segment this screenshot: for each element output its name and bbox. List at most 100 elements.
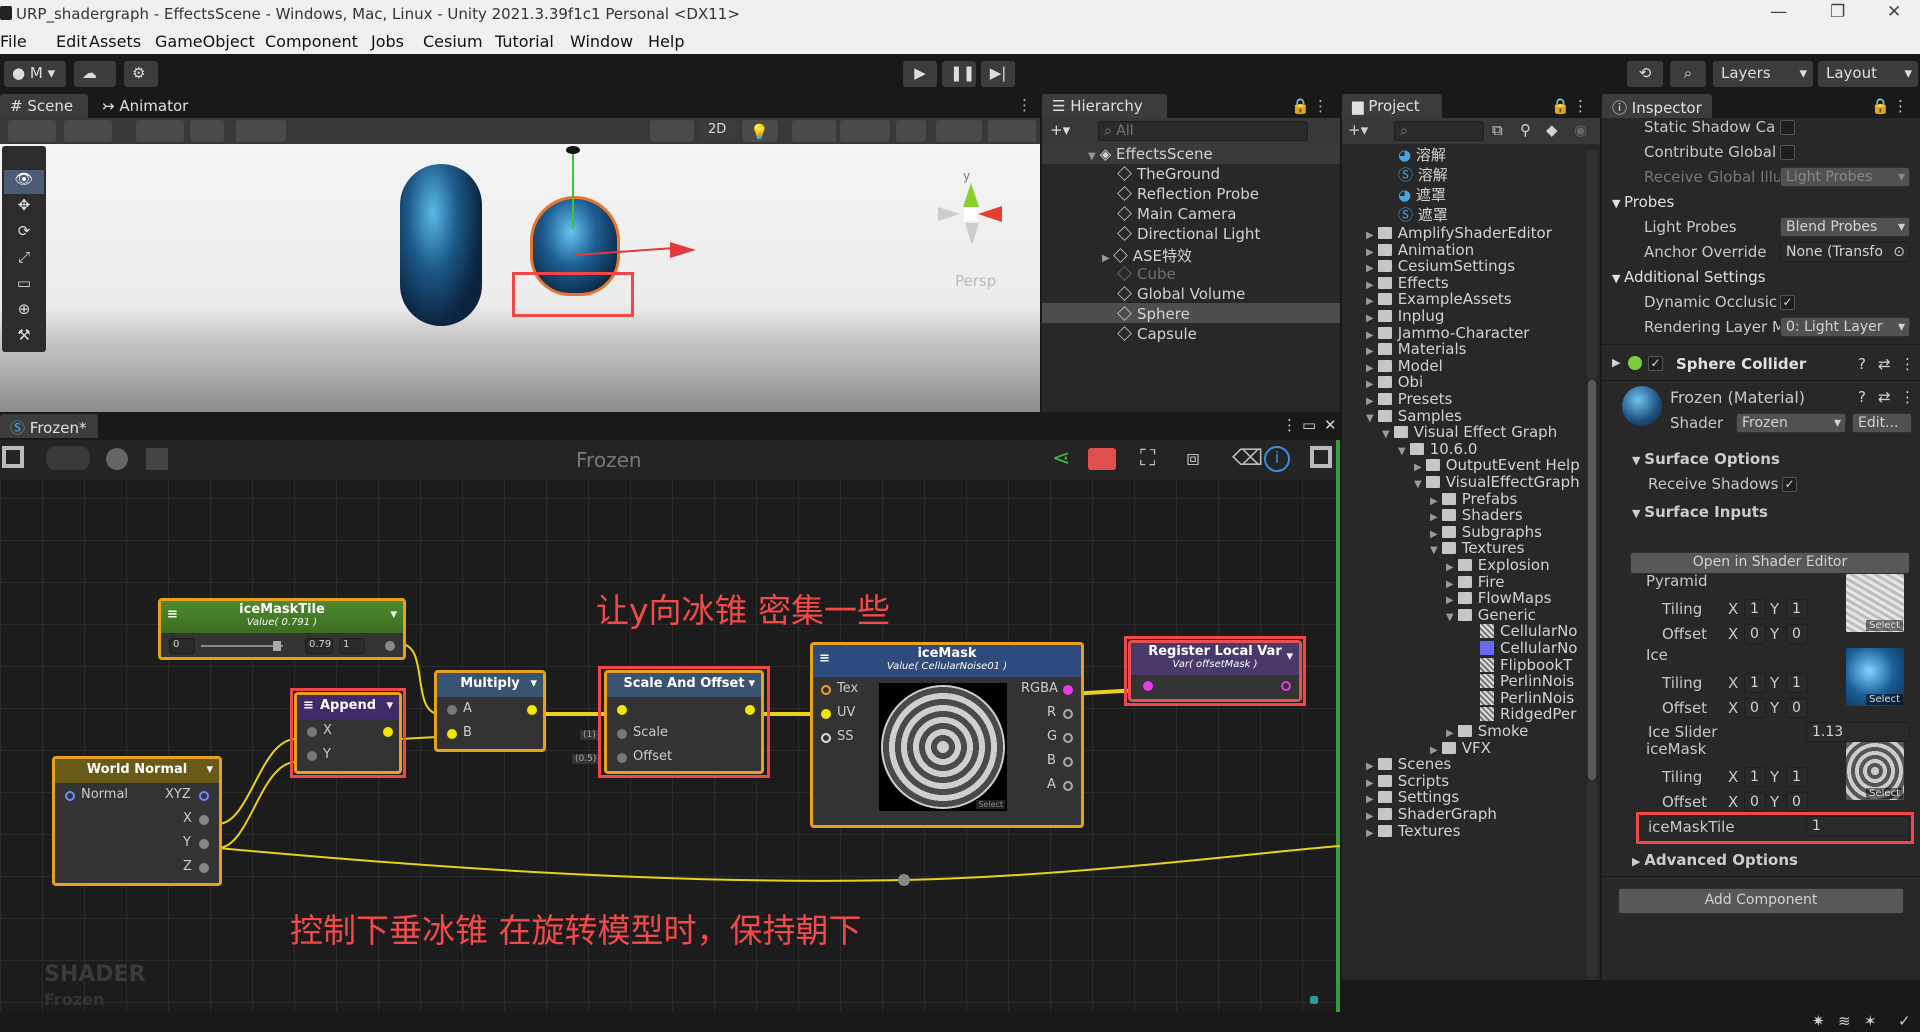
grid-button[interactable] <box>190 120 224 142</box>
project-folder-item[interactable]: ▶ Smoke <box>1446 722 1528 740</box>
project-folder-item[interactable]: ▶ Settings <box>1366 788 1459 806</box>
chevron-right-icon[interactable]: ▶ <box>1414 462 1422 473</box>
tab-project[interactable]: ▆ Project <box>1342 94 1442 118</box>
menu-component[interactable]: Component <box>265 32 358 51</box>
chevron-right-icon[interactable]: ▶ <box>1430 529 1438 540</box>
check-icon[interactable]: ✓ <box>1898 1012 1911 1030</box>
project-folder-item[interactable]: ▶ Jammo-Character <box>1366 324 1529 342</box>
chevron-right-icon[interactable]: ▶ <box>1366 761 1374 772</box>
project-folder-item[interactable]: ▶ Prefabs <box>1430 490 1517 508</box>
project-folder-item[interactable]: CellularNo <box>1462 639 1577 657</box>
project-folder-item[interactable]: PerlinNois <box>1462 672 1574 690</box>
menu-window[interactable]: Window <box>570 32 633 51</box>
chevron-right-icon[interactable]: ▶ <box>1366 811 1374 822</box>
chevron-right-icon[interactable]: ▶ <box>1446 595 1454 606</box>
menu-help[interactable]: Help <box>648 32 684 51</box>
chevron-down-icon[interactable]: ▾ <box>530 676 537 691</box>
minimize-icon[interactable]: — <box>1770 2 1787 22</box>
gizmo-y-handle[interactable] <box>566 146 580 154</box>
history-button[interactable]: ⟲ <box>1627 61 1663 87</box>
tiling-x-field[interactable]: 1 <box>1744 673 1766 693</box>
object-picker-icon[interactable]: ⊙ <box>1893 244 1905 260</box>
surface-inputs-section[interactable]: ▼ Surface Inputs <box>1632 503 1768 521</box>
project-folder-item[interactable]: ▶ Presets <box>1366 390 1452 408</box>
project-folder-item[interactable]: ▶ FlowMaps <box>1446 589 1551 607</box>
output-port-g[interactable] <box>1063 733 1073 743</box>
open-shader-editor-button[interactable]: Open in Shader Editor <box>1630 552 1910 574</box>
search-button[interactable]: ⌕ <box>1670 61 1706 87</box>
ice-mask-tile-field[interactable]: 1 <box>1806 816 1910 836</box>
cloud-button[interactable]: ☁ <box>74 61 116 87</box>
preset-icon[interactable]: ⇄ <box>1878 355 1891 373</box>
shading-mode-button[interactable] <box>8 120 56 142</box>
sphere-collider-checkbox[interactable]: ✓ <box>1648 356 1663 371</box>
project-folder-item[interactable]: ▶ Shaders <box>1430 506 1523 524</box>
input-port-normal[interactable] <box>65 791 75 801</box>
hierarchy-item-capsule[interactable]: Capsule <box>1117 325 1197 343</box>
chevron-right-icon[interactable]: ▶ <box>1366 313 1374 324</box>
input-port-b[interactable] <box>447 729 457 739</box>
type-filter-icon[interactable]: ⚲ <box>1520 121 1531 139</box>
offset-y-field[interactable]: 0 <box>1786 792 1808 812</box>
scale-tool-icon[interactable]: ⤢ <box>4 248 44 272</box>
gizmo-x-arrow[interactable] <box>670 242 696 258</box>
hidden-toggle[interactable] <box>896 120 926 142</box>
output-port-z[interactable] <box>199 863 209 873</box>
min-field[interactable]: 0 <box>169 638 195 654</box>
tiling-x-field[interactable]: 1 <box>1744 599 1766 619</box>
hierarchy-item-sphere[interactable]: Sphere <box>1117 305 1190 323</box>
offset-default-value[interactable]: (0.5) <box>572 754 600 764</box>
camera-button[interactable] <box>936 120 982 142</box>
scrollbar-thumb[interactable] <box>1588 380 1596 780</box>
label-filter-icon[interactable]: ◆ <box>1546 121 1558 139</box>
contribute-global-checkbox[interactable] <box>1780 145 1795 160</box>
project-folder-item[interactable]: ▼ Visual Effect Graph <box>1382 423 1557 441</box>
project-folder-item[interactable]: ▶ Model <box>1366 357 1443 375</box>
static-shadow-checkbox[interactable] <box>1780 120 1795 135</box>
edit-shader-button[interactable]: Edit... <box>1852 413 1912 433</box>
add-component-button[interactable]: Add Component <box>1618 888 1904 914</box>
chevron-down-icon[interactable]: ▼ <box>1382 429 1390 440</box>
project-folder-item[interactable]: ▶ Materials <box>1366 340 1466 358</box>
receive-shadows-checkbox[interactable]: ✓ <box>1782 477 1797 492</box>
chevron-right-icon[interactable]: ▶ <box>1430 496 1438 507</box>
ruler-button[interactable] <box>236 120 286 142</box>
chevron-right-icon[interactable]: ▶ <box>1446 728 1454 739</box>
select-button[interactable]: Select <box>1866 788 1903 799</box>
chevron-right-icon[interactable]: ▶ <box>1446 562 1454 573</box>
chevron-down-icon[interactable]: ▾ <box>206 762 213 777</box>
menu-tutorial[interactable]: Tutorial <box>495 32 554 51</box>
lock-icon[interactable]: 🔒 <box>1291 97 1310 115</box>
chevron-right-icon[interactable]: ▶ <box>1366 296 1374 307</box>
debug-icon[interactable]: ✶ <box>1864 1012 1877 1030</box>
chevron-right-icon[interactable]: ▶ <box>1366 794 1374 805</box>
chevron-right-icon[interactable]: ▶ <box>1366 263 1374 274</box>
chevron-down-icon[interactable]: ▾ <box>390 607 397 622</box>
draw-mode-button[interactable] <box>64 120 112 142</box>
output-port[interactable] <box>527 705 537 715</box>
menu-icon[interactable]: ≡ <box>819 651 830 666</box>
output-port-rgba[interactable] <box>1063 685 1073 695</box>
maximize-icon[interactable]: ❐ <box>1830 2 1845 22</box>
chevron-right-icon[interactable]: ▶ <box>1366 280 1374 291</box>
input-port-ss[interactable] <box>821 733 831 743</box>
project-folder-item[interactable]: FlipbookT <box>1462 656 1572 674</box>
more-icon[interactable]: ⋮ <box>1893 97 1908 115</box>
more-icon[interactable]: ⋮ <box>1900 355 1915 373</box>
move-tool-icon[interactable]: ✥ <box>4 196 44 220</box>
help-icon[interactable]: ? <box>1858 355 1866 373</box>
shader-item[interactable]: ◕ 溶解 <box>1398 144 1446 165</box>
stack-icon[interactable]: ≋ <box>1838 1012 1851 1030</box>
scene-viewport[interactable]: 👁 ✥ ⟳ ⤢ ▭ ⊕ ⚒ y Persp <box>0 144 1040 412</box>
hierarchy-item-cube[interactable]: Cube <box>1117 265 1176 283</box>
project-folder-item[interactable]: ▶ OutputEvent Help <box>1414 456 1580 474</box>
probes-section[interactable]: ▼ Probes <box>1612 193 1674 211</box>
sphere-collider-header[interactable]: ▶ ✓ Sphere Collider ? ⇄ ⋮ <box>1602 354 1920 378</box>
collab-button[interactable]: ⚙ <box>124 61 158 87</box>
chevron-right-icon[interactable]: ▶ <box>1366 247 1374 258</box>
project-folder-item[interactable]: ▶ Obi <box>1366 373 1423 391</box>
menu-file[interactable]: File <box>0 32 27 51</box>
add-icon[interactable]: +▾ <box>1348 121 1368 139</box>
output-port-b[interactable] <box>1063 757 1073 767</box>
node-header[interactable]: ≡ iceMaskTile Value( 0.791 ) ▾ <box>161 601 403 633</box>
